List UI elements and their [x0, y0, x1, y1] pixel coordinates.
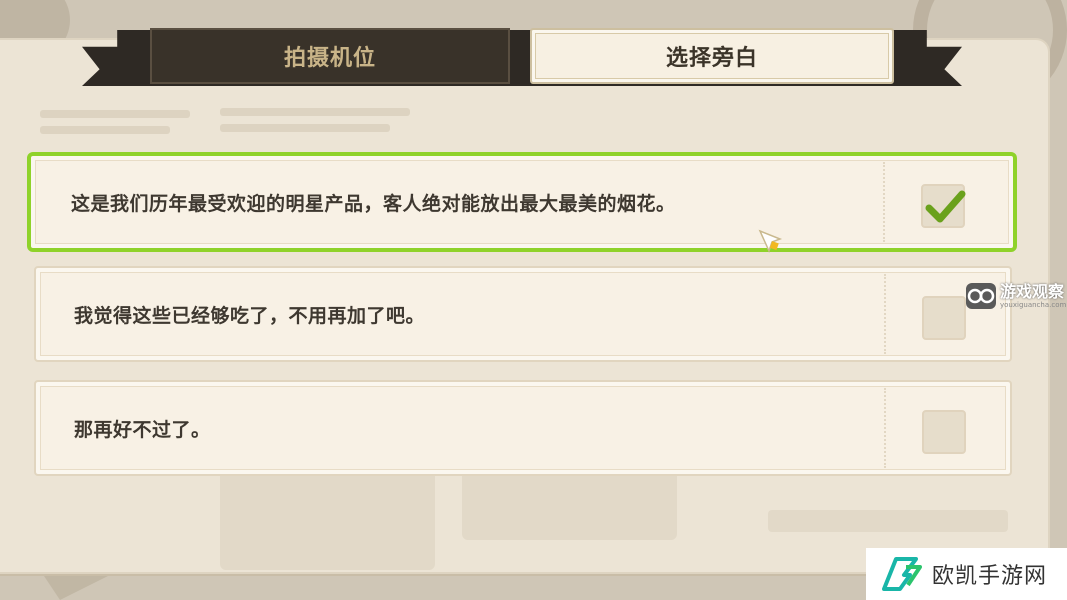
tab-select-narration[interactable]: 选择旁白	[530, 28, 894, 84]
ghost-bar	[768, 510, 1008, 532]
option-text: 那再好不过了。	[74, 418, 211, 441]
option-divider	[884, 274, 886, 354]
tab-label: 拍摄机位	[283, 46, 376, 71]
watermark-title: 游戏观察	[1000, 282, 1065, 301]
option-checkbox[interactable]	[922, 410, 966, 454]
option-divider	[883, 162, 885, 242]
narration-option-3[interactable]: 那再好不过了。	[34, 380, 1012, 476]
watermark-site2: 欧凯手游网	[866, 548, 1067, 600]
ok-logo-icon	[882, 557, 922, 591]
watermark-site1: 游戏观察 youxiguancha.com	[966, 283, 1066, 309]
checkmark-icon	[925, 190, 966, 223]
watermark-title: 欧凯手游网	[932, 564, 1048, 589]
ghost-line	[220, 124, 390, 132]
tab-label: 选择旁白	[665, 46, 758, 71]
tab-camera-position[interactable]: 拍摄机位	[150, 28, 510, 84]
binoculars-logo-icon	[966, 283, 996, 309]
ghost-line	[40, 110, 190, 118]
option-text: 这是我们历年最受欢迎的明星产品，客人绝对能放出最大最美的烟花。	[71, 192, 676, 215]
watermark-url: youxiguancha.com	[1000, 301, 1067, 309]
option-text: 我觉得这些已经够吃了，不用再加了吧。	[74, 304, 426, 327]
option-divider	[884, 388, 886, 468]
ghost-card	[220, 460, 435, 570]
narration-option-2[interactable]: 我觉得这些已经够吃了，不用再加了吧。	[34, 266, 1012, 362]
option-checkbox[interactable]	[921, 184, 966, 228]
pointer-cursor-icon	[758, 229, 783, 254]
ghost-line	[40, 126, 170, 134]
narration-option-1[interactable]: 这是我们历年最受欢迎的明星产品，客人绝对能放出最大最美的烟花。	[27, 152, 1017, 252]
option-checkbox[interactable]	[922, 296, 966, 340]
ghost-line	[220, 108, 410, 116]
